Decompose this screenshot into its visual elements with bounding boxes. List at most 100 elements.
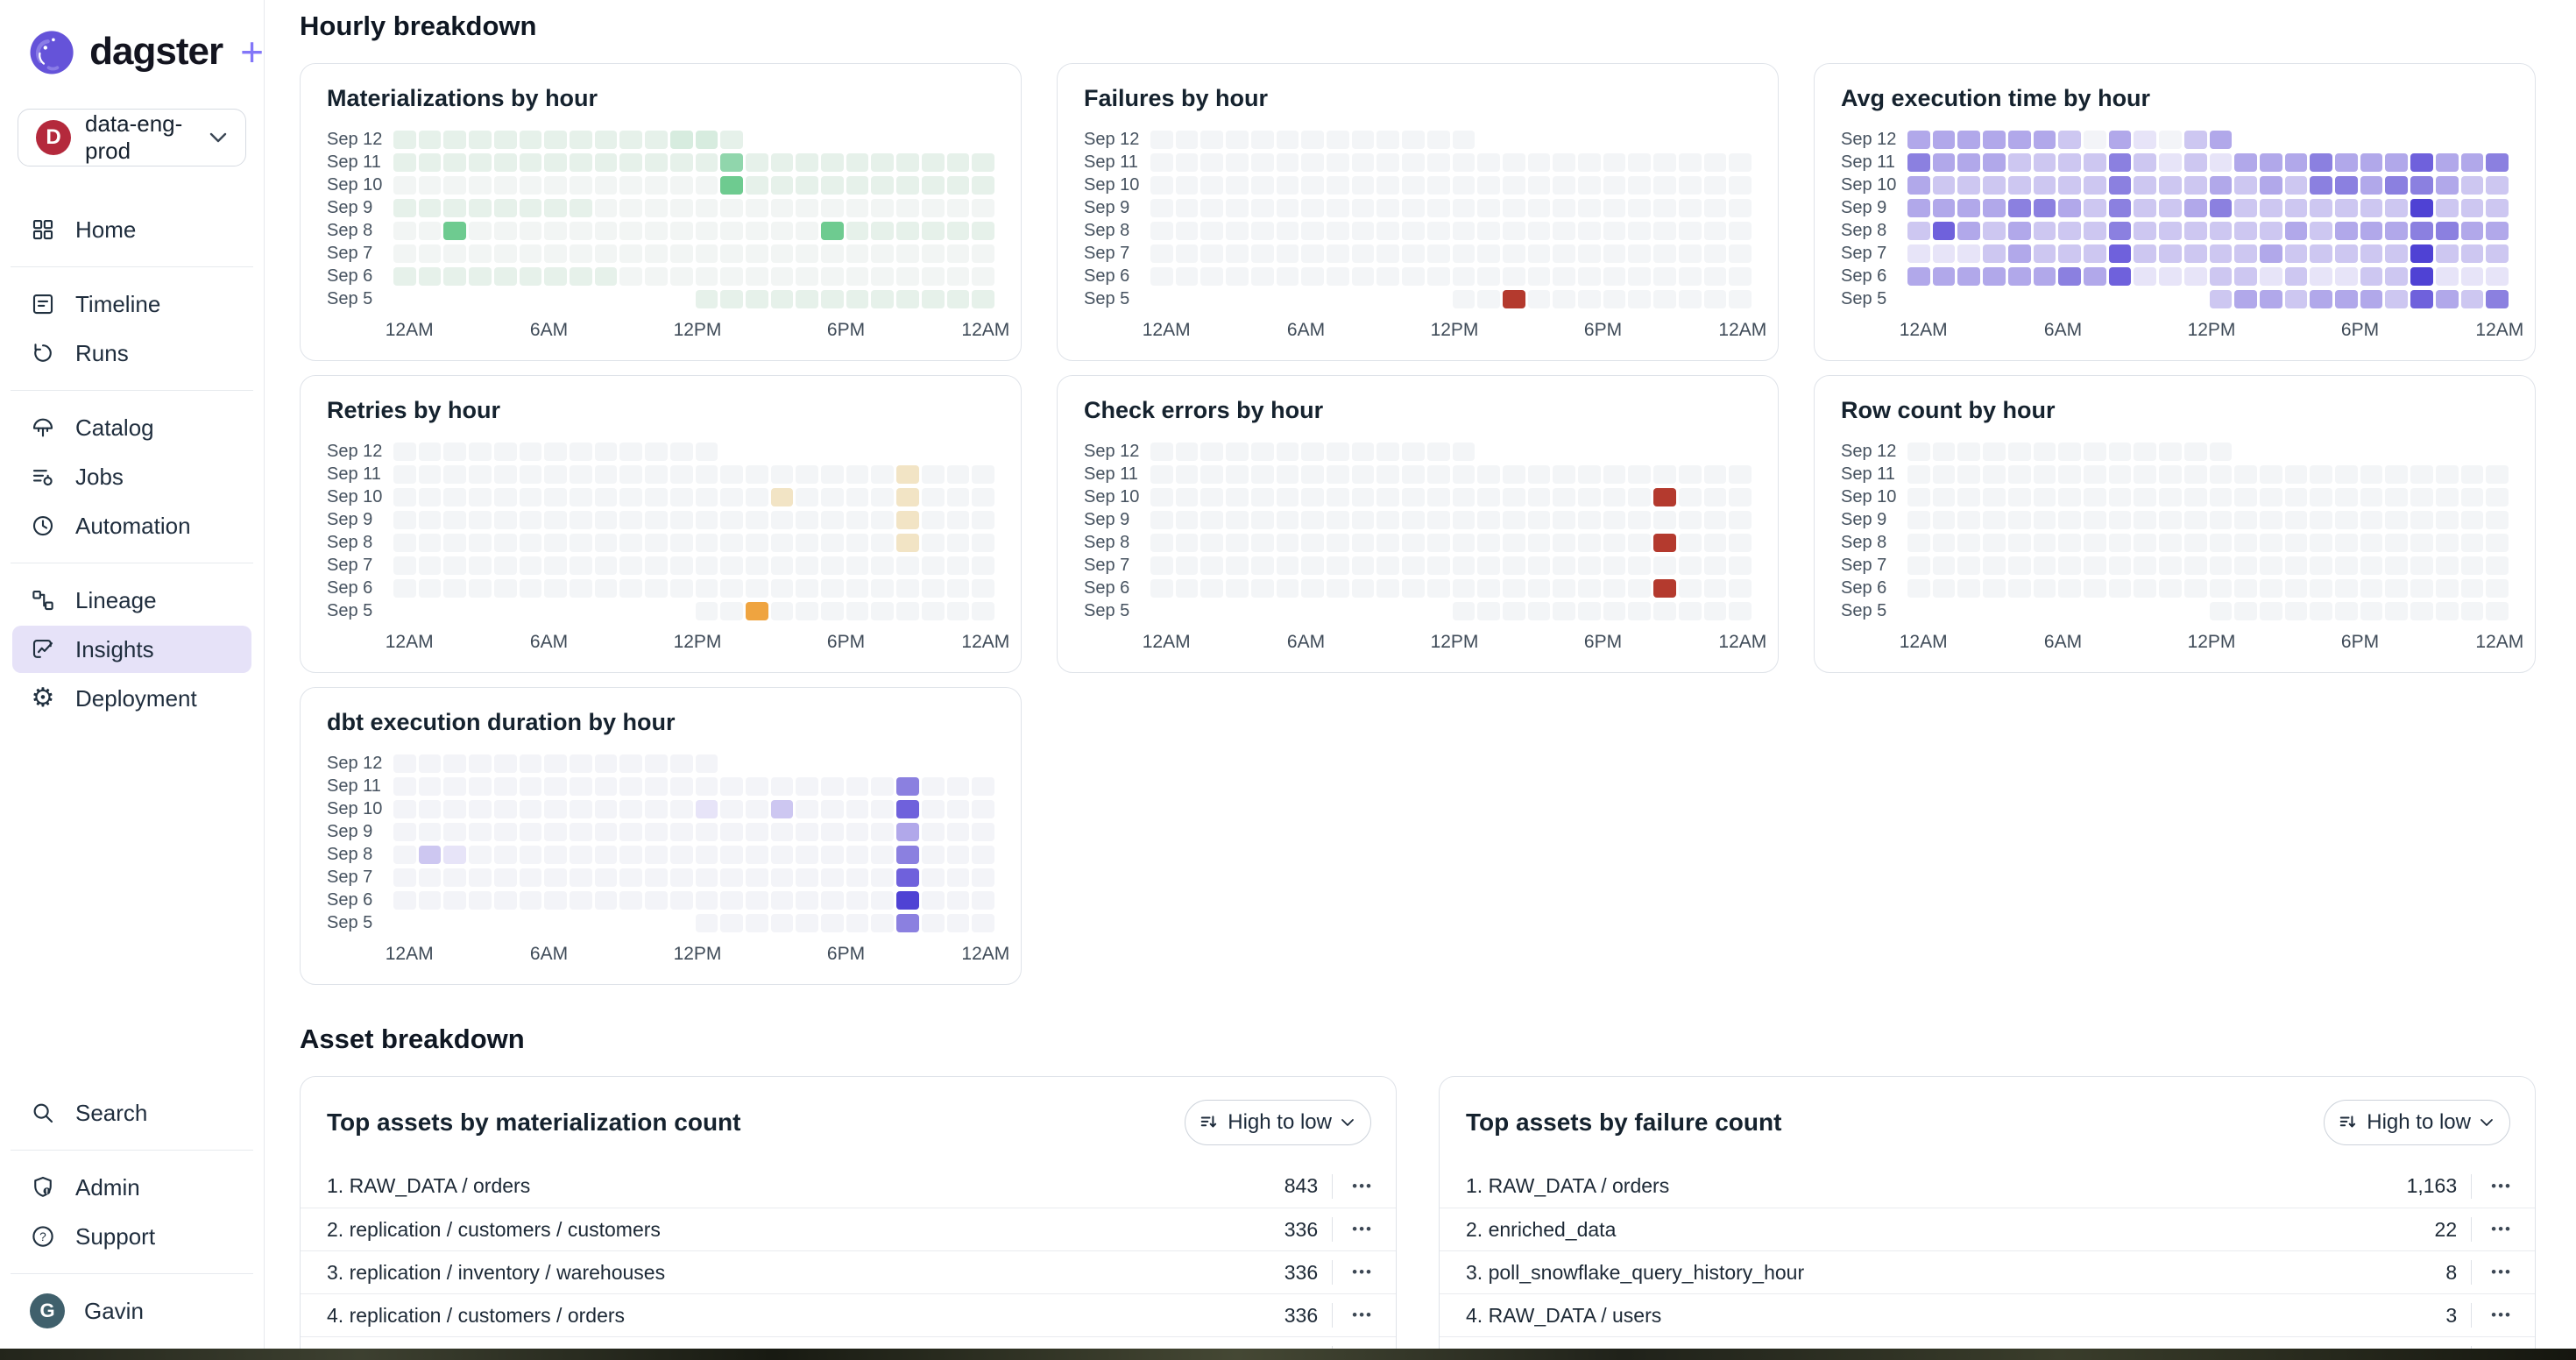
sidebar-item-deployment[interactable]: ⚙ Deployment bbox=[12, 675, 251, 722]
heatmap-cell bbox=[2360, 131, 2383, 149]
row-menu-button[interactable]: ••• bbox=[2486, 1174, 2517, 1199]
heatmap-cell bbox=[771, 534, 794, 552]
heatmap-row: Sep 7 bbox=[327, 556, 994, 576]
sort-order-dropdown[interactable]: High to low bbox=[1185, 1100, 1371, 1145]
heatmap-row: Sep 11 bbox=[1084, 152, 1752, 173]
date-label: Sep 11 bbox=[1084, 464, 1150, 485]
row-menu-button[interactable]: ••• bbox=[2486, 1260, 2517, 1285]
heatmap-cell bbox=[2285, 534, 2308, 552]
heatmap-cells bbox=[393, 534, 994, 552]
heatmap-cell bbox=[846, 891, 869, 910]
heatmap-cell bbox=[2260, 267, 2282, 286]
heatmap-cell bbox=[922, 488, 945, 506]
heatmap-cell bbox=[544, 800, 567, 818]
date-label: Sep 9 bbox=[1084, 510, 1150, 530]
heatmap-cell bbox=[2084, 511, 2106, 529]
chevron-down-icon bbox=[1341, 1118, 1355, 1127]
heatmap-card: dbt execution duration by hourSep 12Sep … bbox=[300, 687, 1022, 985]
heatmap-cell bbox=[1528, 222, 1551, 240]
heatmap-cell bbox=[1251, 176, 1274, 195]
sidebar-item-lineage[interactable]: Lineage bbox=[12, 577, 251, 624]
heatmap-cell bbox=[821, 777, 844, 796]
heatmap-cell bbox=[2260, 556, 2282, 575]
heatmap-cell bbox=[2034, 579, 2056, 598]
row-menu-button[interactable]: ••• bbox=[1347, 1217, 1378, 1242]
heatmap-cell bbox=[2385, 176, 2408, 195]
sidebar-item-automation[interactable]: Automation bbox=[12, 502, 251, 549]
heatmap-cell bbox=[1376, 199, 1399, 217]
heatmap-cell bbox=[2310, 602, 2332, 620]
heatmap-cell bbox=[1352, 153, 1375, 172]
heatmap-cell bbox=[1150, 443, 1173, 461]
heatmap-cells bbox=[393, 153, 994, 172]
heatmap-cell bbox=[544, 131, 567, 149]
sidebar-item-support[interactable]: ? Support bbox=[12, 1213, 251, 1260]
heatmap-cell bbox=[1957, 267, 1980, 286]
sidebar: dagster + D data-eng-prod Home Timeline … bbox=[0, 0, 265, 1360]
heatmap-cell bbox=[972, 131, 994, 149]
row-menu-button[interactable]: ••• bbox=[2486, 1303, 2517, 1328]
heatmap-cell bbox=[645, 823, 668, 841]
heatmap-cell bbox=[1226, 579, 1249, 598]
heatmap-cell bbox=[1578, 244, 1601, 263]
heatmap-cell bbox=[720, 823, 743, 841]
heatmap-row: Sep 5 bbox=[327, 601, 994, 621]
heatmap-cell bbox=[2260, 176, 2282, 195]
heatmap-cell bbox=[2335, 579, 2358, 598]
heatmap-cell bbox=[896, 267, 919, 286]
sidebar-item-insights[interactable]: Insights bbox=[12, 626, 251, 673]
heatmap-cell bbox=[469, 754, 492, 773]
heatmap-cell bbox=[1402, 534, 1425, 552]
heatmap-row: Sep 9 bbox=[1841, 198, 2509, 218]
date-label: Sep 12 bbox=[327, 754, 393, 774]
heatmap-cell bbox=[696, 511, 718, 529]
heatmap-cell bbox=[1578, 465, 1601, 484]
heatmap-cell bbox=[796, 465, 818, 484]
heatmap-cell bbox=[2134, 602, 2156, 620]
heatmap-cell bbox=[1503, 222, 1525, 240]
heatmap-cell bbox=[720, 511, 743, 529]
heatmap-cell bbox=[2058, 488, 2081, 506]
heatmap-cell bbox=[1226, 602, 1249, 620]
sidebar-item-home[interactable]: Home bbox=[12, 206, 251, 253]
heatmap-cell bbox=[1528, 244, 1551, 263]
sidebar-item-timeline[interactable]: Timeline bbox=[12, 280, 251, 328]
sort-order-dropdown[interactable]: High to low bbox=[2324, 1100, 2510, 1145]
heatmap-cell bbox=[746, 556, 768, 575]
heatmap-cell bbox=[2486, 267, 2509, 286]
gear-icon: ⚙ bbox=[30, 685, 56, 712]
heatmap-cell bbox=[922, 153, 945, 172]
heatmap-cell bbox=[645, 556, 668, 575]
heatmap-row: Sep 5 bbox=[1841, 601, 2509, 621]
heatmap-cell bbox=[821, 846, 844, 864]
heatmap-cell bbox=[595, 579, 618, 598]
heatmap-cell bbox=[419, 290, 442, 308]
deployment-switcher[interactable]: D data-eng-prod bbox=[18, 109, 246, 166]
sidebar-item-jobs[interactable]: Jobs bbox=[12, 453, 251, 500]
heatmap-row: Sep 8 bbox=[327, 533, 994, 553]
heatmap-cell bbox=[2410, 153, 2433, 172]
heatmap-cell bbox=[2184, 465, 2207, 484]
row-menu-button[interactable]: ••• bbox=[1347, 1260, 1378, 1285]
row-menu-button[interactable]: ••• bbox=[2486, 1217, 2517, 1242]
sidebar-item-catalog[interactable]: Catalog bbox=[12, 404, 251, 451]
row-menu-button[interactable]: ••• bbox=[1347, 1174, 1378, 1199]
sidebar-item-admin[interactable]: Admin bbox=[12, 1164, 251, 1211]
heatmap-cell bbox=[2310, 556, 2332, 575]
heatmap-cell bbox=[595, 556, 618, 575]
x-axis: 12AM6AM12PM6PM12AM bbox=[1914, 315, 2509, 346]
row-menu-button[interactable]: ••• bbox=[1347, 1303, 1378, 1328]
heatmap-cell bbox=[1277, 290, 1299, 308]
x-tick-label: 12AM bbox=[961, 632, 1009, 653]
sidebar-item-search[interactable]: Search bbox=[12, 1089, 251, 1137]
sidebar-item-user[interactable]: G Gavin bbox=[12, 1287, 251, 1335]
sidebar-item-runs[interactable]: Runs bbox=[12, 329, 251, 377]
heatmap-cell bbox=[2084, 131, 2106, 149]
heatmap-cell bbox=[2260, 199, 2282, 217]
heatmap-cell bbox=[443, 443, 466, 461]
heatmap-cell bbox=[1453, 511, 1476, 529]
heatmap-cell bbox=[2159, 244, 2182, 263]
heatmap-cell bbox=[2234, 153, 2257, 172]
heatmap-cell bbox=[1200, 511, 1223, 529]
heatmap-cell bbox=[1150, 222, 1173, 240]
